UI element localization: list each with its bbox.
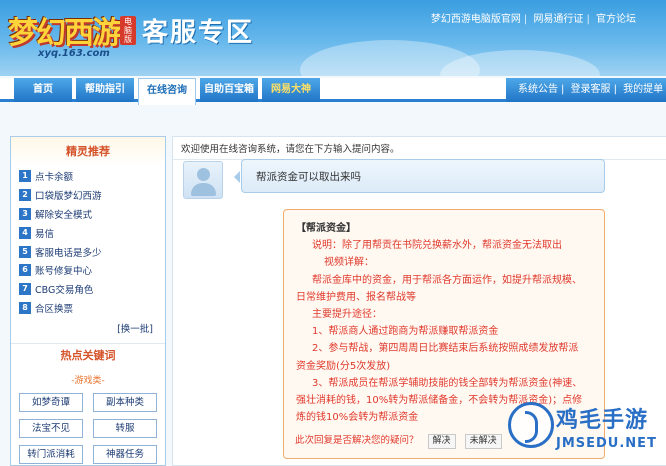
answer-line: 帮派金库中的资金，用于帮派各方面运作，如提升帮派规模、: [312, 274, 582, 286]
item-number-badge: 2: [19, 189, 31, 202]
recommend-item-label: CBG交易角色: [35, 285, 94, 297]
answer-line: 说明：除了用帮贡在书院兑换薪水外，帮派资金无法取出: [312, 240, 562, 252]
main-nav: 首页 帮助指引 在线咨询 自助百宝箱 网易大神 系统公告 | 登录客服 | 我的提单…: [0, 78, 666, 105]
item-number-badge: 8: [19, 301, 31, 314]
recommend-item[interactable]: 3 解除安全模式: [19, 205, 157, 224]
keyword-grid: 如梦奇谭 副本种类 法宝不见 转服 转门派消耗 神器任务: [19, 393, 157, 464]
top-link-passport[interactable]: 网易通行证: [533, 14, 583, 25]
tab-netease-dashen[interactable]: 网易大神: [262, 78, 320, 102]
recommend-title: 精灵推荐: [11, 137, 165, 167]
item-number-badge: 6: [19, 264, 31, 277]
keyword-button[interactable]: 法宝不见: [19, 419, 83, 438]
keyword-button[interactable]: 神器任务: [93, 445, 157, 464]
watermark-logo-icon: [508, 402, 554, 448]
logo-text: 梦幻西游: [8, 16, 122, 51]
watermark-domain: JMSEDU.NET: [556, 436, 657, 451]
tab-self-service[interactable]: 自助百宝箱: [200, 78, 258, 102]
answer-line: 日常维护费用、报名帮战等: [296, 291, 416, 303]
tab-online-consult[interactable]: 在线咨询: [138, 78, 196, 105]
recommend-item[interactable]: 7 CBG交易角色: [19, 280, 157, 299]
feedback-bar: 此次回复是否解决您的疑问？ 解决 未解决: [295, 432, 502, 449]
answer-line: 资金奖励(分5次发放): [296, 360, 391, 372]
nav-tabs: 首页 帮助指引 在线咨询 自助百宝箱 网易大神: [14, 78, 324, 105]
recommend-item[interactable]: 6 账号修复中心: [19, 261, 157, 280]
link-system-notice[interactable]: 系统公告: [518, 84, 558, 95]
answer-title: 【帮派资金】: [296, 223, 356, 234]
recommend-item[interactable]: 1 点卡余额: [19, 167, 157, 186]
answer-line: 视频详解：: [324, 257, 374, 269]
keyword-button[interactable]: 转服: [93, 419, 157, 438]
solved-button[interactable]: 解决: [427, 434, 456, 449]
item-number-badge: 5: [19, 245, 31, 258]
recommend-item[interactable]: 2 口袋版梦幻西游: [19, 186, 157, 205]
recommend-item-label: 合区换票: [35, 303, 74, 315]
logo-url: xyq.163.com: [38, 48, 110, 59]
answer-line: 2、参与帮战，第四周周日比赛结束后系统按照成绩发放帮派: [312, 343, 579, 355]
watermark-text: 鸡毛手游: [556, 408, 649, 433]
sidebar: 精灵推荐 1 点卡余额 2 口袋版梦幻西游 3 解除安全模式 4 易信 5 客服电话是多少…: [10, 136, 166, 466]
keyword-button[interactable]: 转门派消耗: [19, 445, 83, 464]
game-logo[interactable]: 梦幻西游 电脑版 xyq.163.com: [8, 6, 136, 66]
recommend-item-label: 账号修复中心: [35, 266, 93, 278]
tab-help-guide[interactable]: 帮助指引: [76, 78, 134, 102]
recommend-item[interactable]: 4 易信: [19, 223, 157, 242]
site-watermark: 鸡毛手游 JMSEDU.NET: [502, 398, 662, 464]
recommend-item-label: 客服电话是多少: [35, 247, 102, 259]
recommend-item[interactable]: 8 合区换票: [19, 299, 157, 318]
item-number-badge: 7: [19, 283, 31, 296]
nav-right-links: 系统公告| 登录客服| 我的提单| 退出: [506, 78, 666, 102]
top-link-official-site[interactable]: 梦幻西游电脑版官网: [431, 14, 521, 25]
unsolved-button[interactable]: 未解决: [464, 434, 502, 449]
link-my-tickets[interactable]: 我的提单: [623, 84, 663, 95]
recommend-item[interactable]: 5 客服电话是多少: [19, 242, 157, 261]
site-title: 客服专区: [142, 18, 255, 48]
item-number-badge: 3: [19, 207, 31, 220]
tab-home[interactable]: 首页: [14, 78, 72, 102]
recommend-item-label: 点卡余额: [35, 172, 74, 184]
feedback-prompt: 此次回复是否解决您的疑问？: [295, 435, 419, 446]
hot-keywords-title: 热点关键词: [11, 343, 165, 367]
recommend-item-label: 解除安全模式: [35, 209, 93, 221]
keyword-button[interactable]: 如梦奇谭: [19, 393, 83, 412]
answer-line: 3、帮派成员在帮派学辅助技能的钱全部转为帮派资金(神速、: [312, 377, 583, 389]
item-number-badge: 4: [19, 226, 31, 239]
item-number-badge: 1: [19, 170, 31, 183]
link-login-service[interactable]: 登录客服: [571, 84, 611, 95]
recommend-item-label: 易信: [35, 228, 55, 240]
answer-line: 1、帮派商人通过跑商为帮派赚取帮派资金: [312, 326, 499, 338]
keyword-category-label: -游戏类-: [71, 376, 105, 386]
refresh-batch-link[interactable]: [换一批]: [117, 321, 153, 335]
recommend-item-label: 口袋版梦幻西游: [35, 191, 102, 203]
keyword-button[interactable]: 副本种类: [93, 393, 157, 412]
recommend-list: 1 点卡余额 2 口袋版梦幻西游 3 解除安全模式 4 易信 5 客服电话是多少 6 账号修…: [11, 167, 165, 317]
user-question-bubble: 帮派资金可以取出来吗: [234, 159, 605, 193]
user-avatar: [183, 161, 223, 199]
logo-badge: 电脑版: [120, 16, 136, 45]
header: 梦幻西游 电脑版 xyq.163.com 客服专区 梦幻西游电脑版官网 | 网易通…: [0, 0, 666, 76]
top-links: 梦幻西游电脑版官网 | 网易通行证 | 官方论坛: [430, 14, 636, 25]
answer-line: 主要提升途径：: [312, 309, 382, 321]
top-link-forum[interactable]: 官方论坛: [596, 14, 636, 25]
welcome-message: 欢迎使用在线咨询系统，请您在下方输入提问内容。: [181, 144, 400, 155]
